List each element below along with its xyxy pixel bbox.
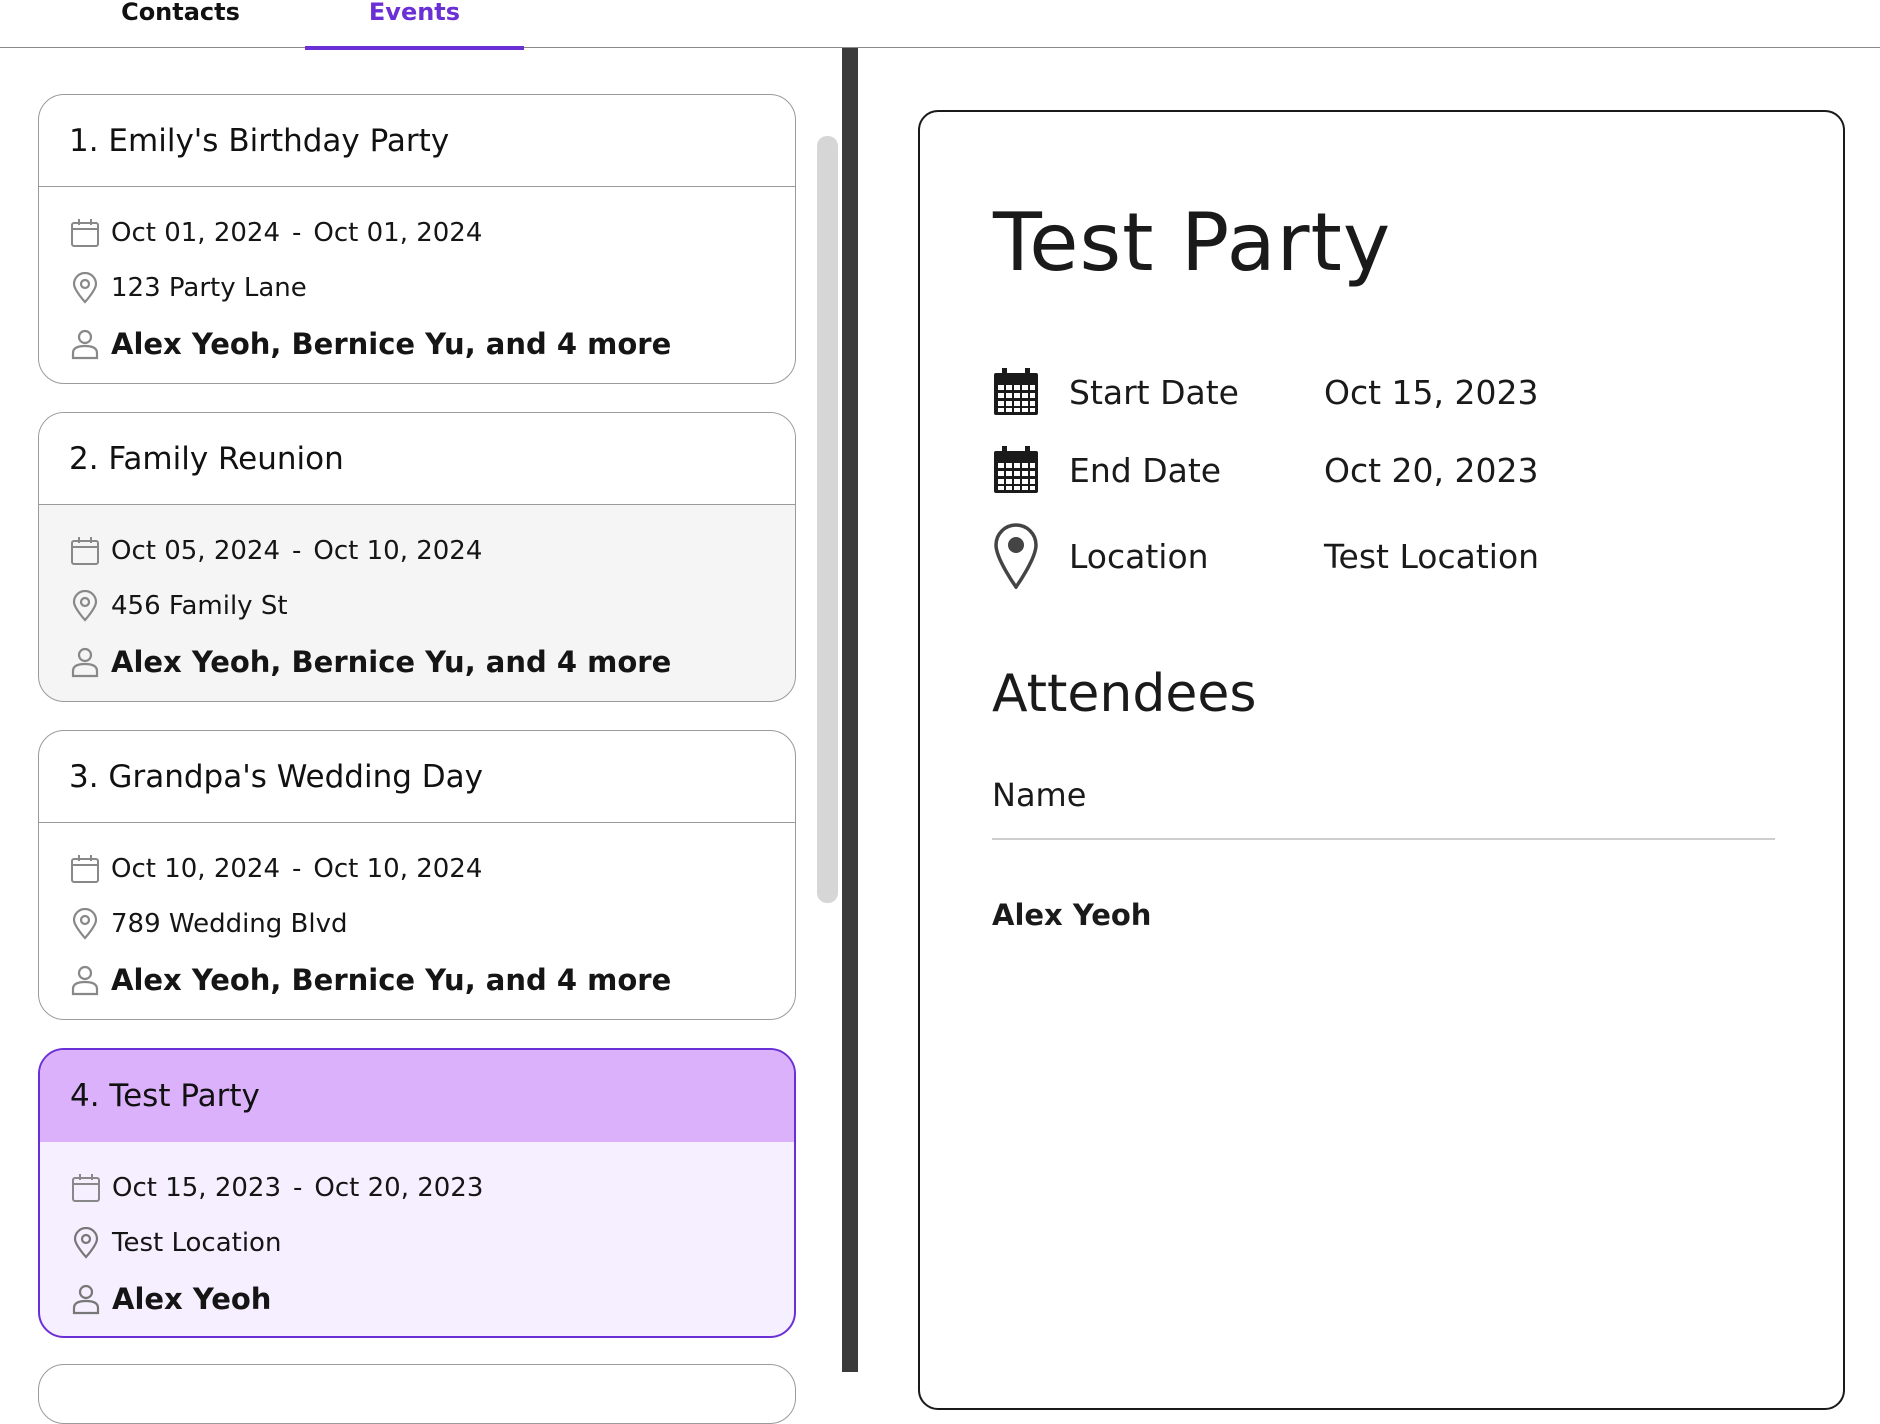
event-start-date: Oct 05, 2024 (111, 536, 280, 566)
pane-divider[interactable] (842, 48, 858, 1372)
event-card-3[interactable]: 3. Grandpa's Wedding Day Oct 10, 2024 - … (38, 730, 796, 1020)
event-location: Test Location (112, 1228, 282, 1258)
event-date-row: Oct 01, 2024 - Oct 01, 2024 (69, 217, 482, 249)
start-date-value: Oct 15, 2023 (1324, 372, 1539, 412)
calendar-filled-icon (992, 366, 1040, 418)
event-list[interactable]: 1. Emily's Birthday Party Oct 01, 2024 -… (0, 48, 842, 1372)
event-location: 789 Wedding Blvd (111, 909, 348, 939)
detail-end-row: End Date Oct 20, 2023 (992, 444, 1539, 496)
attendees-column-header: Name (992, 776, 1087, 814)
event-card-2[interactable]: 2. Family Reunion Oct 05, 2024 - Oct 10,… (38, 412, 796, 702)
event-attendees: Alex Yeoh, Bernice Yu, and 4 more (111, 327, 672, 361)
tab-events-label: Events (368, 0, 461, 26)
event-location: 456 Family St (111, 591, 288, 621)
event-attendees-row: Alex Yeoh, Bernice Yu, and 4 more (69, 327, 671, 361)
attendee-name: Alex Yeoh (992, 898, 1152, 932)
date-separator: - (292, 536, 302, 566)
map-pin-outline-icon (69, 908, 101, 940)
event-card-title: 2. Family Reunion (39, 413, 795, 505)
end-date-label: End Date (1069, 450, 1222, 490)
tab-bar: Contacts Events (0, 0, 1880, 50)
calendar-outline-icon (69, 217, 101, 249)
event-location-row: 456 Family St (69, 590, 288, 622)
event-detail-panel: Test Party Start Date Oct 15, 2023 End D… (918, 110, 1845, 1410)
date-separator: - (293, 1173, 303, 1203)
map-pin-outline-icon (69, 590, 101, 622)
event-start-date: Oct 15, 2023 (112, 1173, 281, 1203)
event-location-row: 123 Party Lane (69, 272, 307, 304)
person-outline-icon (69, 646, 101, 678)
event-card-title: 4. Test Party (40, 1050, 794, 1142)
tab-contacts[interactable]: Contacts (88, 0, 273, 48)
detail-location-row: Location Test Location (992, 522, 1539, 590)
event-card-title: 3. Grandpa's Wedding Day (39, 731, 795, 823)
event-attendees-row: Alex Yeoh (70, 1282, 271, 1316)
calendar-outline-icon (69, 853, 101, 885)
attendees-heading: Attendees (992, 664, 1257, 724)
event-card-5-partial[interactable] (38, 1364, 796, 1424)
start-date-label: Start Date (1069, 372, 1239, 412)
event-date-row: Oct 05, 2024 - Oct 10, 2024 (69, 535, 482, 567)
event-end-date: Oct 10, 2024 (313, 536, 483, 566)
event-start-date: Oct 10, 2024 (111, 854, 280, 884)
date-separator: - (292, 218, 302, 248)
detail-title: Test Party (993, 196, 1392, 289)
location-label: Location (1069, 536, 1209, 576)
date-separator: - (292, 854, 302, 884)
calendar-outline-icon (70, 1172, 102, 1204)
map-pin-outline-icon (69, 272, 101, 304)
map-pin-icon (992, 522, 1040, 590)
event-attendees-row: Alex Yeoh, Bernice Yu, and 4 more (69, 645, 671, 679)
map-pin-outline-icon (70, 1227, 102, 1259)
event-attendees: Alex Yeoh, Bernice Yu, and 4 more (111, 963, 672, 997)
event-end-date: Oct 20, 2023 (314, 1173, 484, 1203)
event-attendees: Alex Yeoh, Bernice Yu, and 4 more (111, 645, 672, 679)
list-scrollbar[interactable] (817, 136, 838, 903)
event-date-row: Oct 10, 2024 - Oct 10, 2024 (69, 853, 482, 885)
event-card-title: 1. Emily's Birthday Party (39, 95, 795, 187)
end-date-value: Oct 20, 2023 (1324, 450, 1539, 490)
person-outline-icon (69, 964, 101, 996)
event-end-date: Oct 10, 2024 (313, 854, 483, 884)
calendar-outline-icon (69, 535, 101, 567)
location-value: Test Location (1324, 536, 1540, 576)
tab-contacts-label: Contacts (121, 0, 240, 26)
detail-start-row: Start Date Oct 15, 2023 (992, 366, 1539, 418)
event-location-row: Test Location (70, 1227, 281, 1259)
event-attendees: Alex Yeoh (112, 1282, 272, 1316)
event-location-row: 789 Wedding Blvd (69, 908, 348, 940)
event-card-1[interactable]: 1. Emily's Birthday Party Oct 01, 2024 -… (38, 94, 796, 384)
event-card-4-selected[interactable]: 4. Test Party Oct 15, 2023 - Oct 20, 202… (38, 1048, 796, 1338)
event-location: 123 Party Lane (111, 273, 307, 303)
event-date-row: Oct 15, 2023 - Oct 20, 2023 (70, 1172, 483, 1204)
event-start-date: Oct 01, 2024 (111, 218, 280, 248)
calendar-filled-icon (992, 444, 1040, 496)
attendees-divider (992, 838, 1775, 840)
person-outline-icon (70, 1283, 102, 1315)
tab-events[interactable]: Events (305, 0, 524, 50)
event-attendees-row: Alex Yeoh, Bernice Yu, and 4 more (69, 963, 671, 997)
event-end-date: Oct 01, 2024 (313, 218, 483, 248)
person-outline-icon (69, 328, 101, 360)
